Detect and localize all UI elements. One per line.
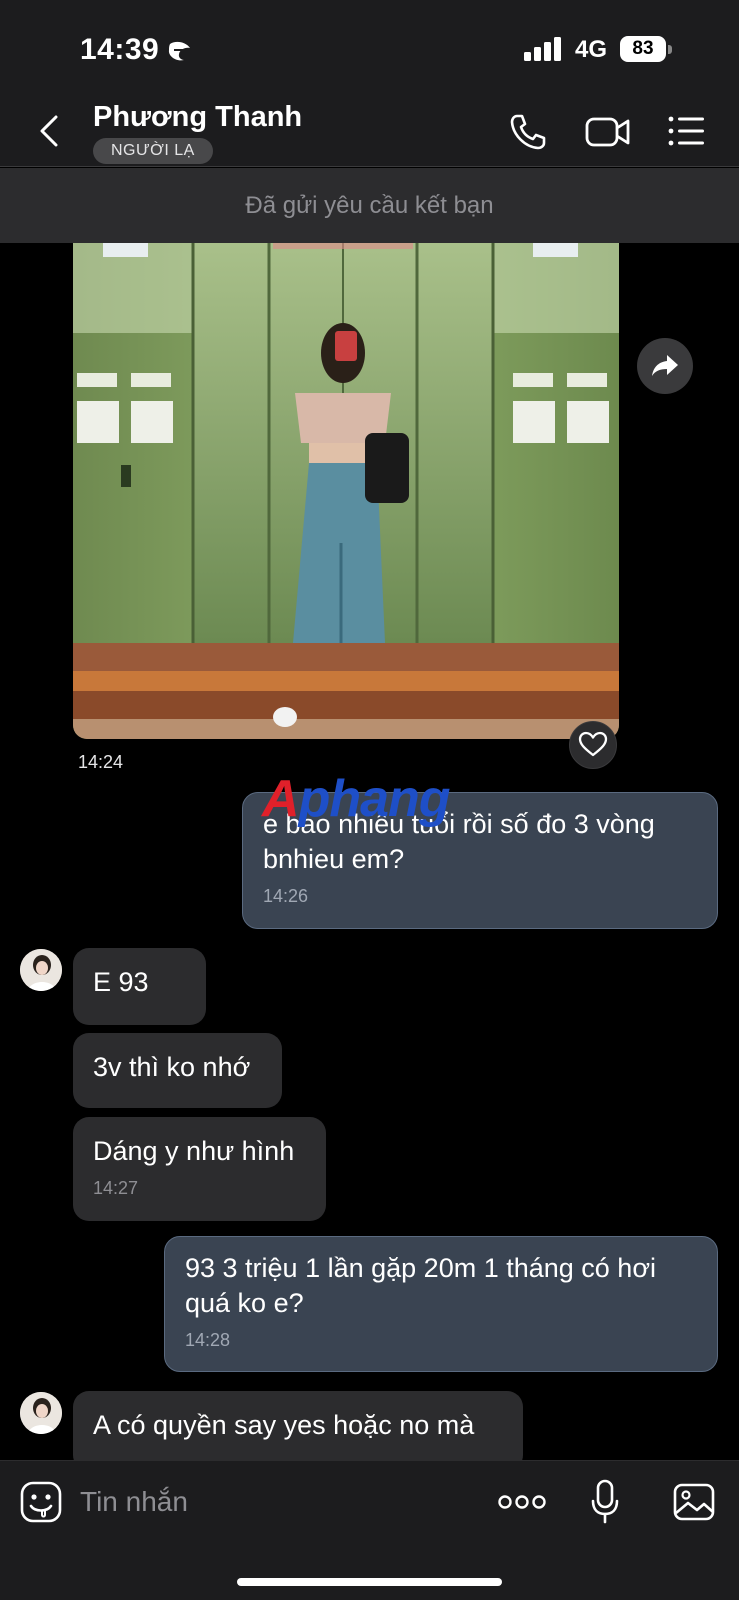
forward-button[interactable]	[637, 338, 693, 394]
received-message[interactable]: Dáng y như hình 14:27	[73, 1117, 326, 1221]
battery-icon: 83	[620, 36, 672, 62]
stranger-badge: NGƯỜI LẠ	[93, 138, 213, 164]
photo-message-time: 14:24	[78, 752, 124, 772]
contact-name[interactable]: Phương Thanh	[93, 101, 302, 134]
message-text: A có quyền say yes hoặc no mà	[93, 1410, 475, 1440]
friend-request-banner: Đã gửi yêu cầu kết bạn	[0, 168, 739, 243]
message-text: Dáng y như hình	[93, 1136, 295, 1166]
battery-level: 83	[632, 38, 654, 59]
video-call-icon[interactable]	[585, 115, 631, 149]
back-chevron-icon[interactable]	[36, 113, 64, 149]
avatar-image	[20, 949, 62, 991]
microphone-icon[interactable]	[590, 1479, 620, 1525]
status-time: 14:39	[80, 33, 160, 66]
photo-message[interactable]	[73, 243, 619, 739]
message-text: 3v thì ko nhớ	[93, 1052, 251, 1082]
status-bar: 14:39 4G 83	[0, 0, 739, 95]
message-time: 14:26	[263, 886, 309, 906]
sent-message[interactable]: 93 3 triệu 1 lần gặp 20m 1 tháng có hơi …	[164, 1236, 718, 1372]
network-type: 4G	[575, 36, 608, 63]
message-time: 14:28	[185, 1330, 231, 1350]
elevator-selfie-image	[73, 243, 619, 739]
message-text: 93 3 triệu 1 lần gặp 20m 1 tháng có hơi …	[185, 1253, 657, 1318]
chat-messages[interactable]: 14:24 e bao nhiêu tuổi rồi số đo 3 vòng …	[0, 243, 739, 1460]
cellular-signal-icon	[524, 37, 561, 61]
image-gallery-icon[interactable]	[673, 1483, 715, 1521]
message-text: E 93	[93, 967, 149, 997]
like-button[interactable]	[569, 721, 617, 769]
more-options-icon[interactable]	[498, 1491, 546, 1513]
options-menu-icon[interactable]	[668, 115, 706, 147]
phone-call-icon[interactable]	[508, 112, 548, 152]
message-input[interactable]	[80, 1477, 470, 1527]
heart-icon	[578, 731, 608, 757]
received-message[interactable]: E 93	[73, 948, 206, 1025]
message-composer	[0, 1460, 739, 1600]
sticker-emoji-icon[interactable]	[20, 1481, 62, 1523]
contact-avatar[interactable]	[20, 949, 62, 991]
contact-avatar[interactable]	[20, 1392, 62, 1434]
received-message[interactable]: 3v thì ko nhớ	[73, 1033, 282, 1108]
aphang-watermark-logo: Aphang	[262, 770, 451, 828]
message-time: 14:27	[93, 1178, 139, 1198]
chat-header: Phương Thanh NGƯỜI LẠ	[0, 95, 739, 167]
avatar-image	[20, 1392, 62, 1434]
home-indicator[interactable]	[237, 1578, 502, 1586]
received-message[interactable]: A có quyền say yes hoặc no mà	[73, 1391, 523, 1460]
focus-moon-icon	[168, 41, 190, 61]
share-arrow-icon	[652, 355, 678, 376]
